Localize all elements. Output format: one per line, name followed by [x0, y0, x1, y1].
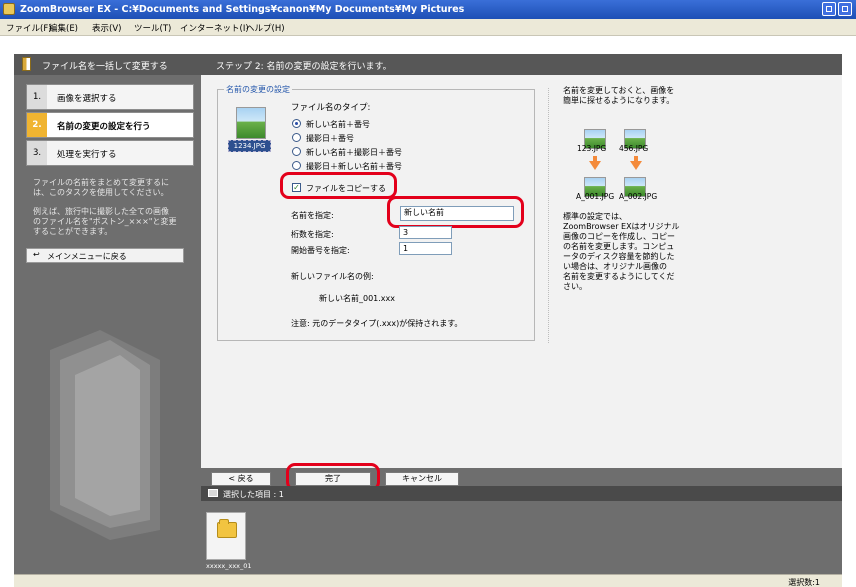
info-line: ータのディスク容量を節約した	[563, 252, 675, 261]
digits-label: 桁数を指定:	[291, 230, 334, 239]
after-filename: A_001.JPG	[576, 192, 615, 201]
step-label: 名前の変更の設定を行う	[57, 122, 151, 132]
example-label: 新しいファイル名の例:	[291, 272, 374, 281]
step-select-images[interactable]: 1. 画像を選択する	[26, 84, 194, 110]
back-button[interactable]: < 戻る	[211, 472, 271, 486]
window-title: ZoomBrowser EX - C:¥Documents and Settin…	[20, 4, 465, 15]
image-thumbnail	[236, 107, 266, 139]
radio-label: 撮影日＋新しい名前＋番号	[306, 162, 402, 171]
menu-bar: ファイル(F) 編集(E) 表示(V) ツール(T) インターネット(I) ヘル…	[0, 19, 856, 36]
highlight-name-input	[387, 196, 524, 228]
step-number: 3.	[27, 141, 47, 165]
info-line: 名前を変更しておくと、画像を	[563, 86, 675, 95]
step-number: 2.	[27, 113, 47, 137]
return-arrow-icon: ↩	[33, 250, 40, 259]
step-heading: ステップ 2: 名前の変更の設定を行います。	[216, 62, 392, 72]
folder-decoration	[50, 330, 160, 540]
start-number-label: 開始番号を指定:	[291, 246, 350, 255]
title-bar: ZoomBrowser EX - C:¥Documents and Settin…	[0, 0, 856, 19]
panel-divider	[548, 88, 549, 343]
radio-date-new-name-number[interactable]	[292, 161, 301, 170]
sidebar-title: ファイル名を一括して変更する	[42, 62, 168, 72]
restore-icon	[826, 6, 832, 12]
info-line: い場合は、オリジナル画像の	[563, 262, 667, 271]
menu-help[interactable]: ヘルプ(H)	[246, 22, 285, 34]
start-number-input[interactable]: 1	[399, 242, 452, 255]
selection-icon	[208, 489, 218, 497]
step-rename-settings[interactable]: 2. 名前の変更の設定を行う	[26, 112, 194, 138]
note-text: 注意: 元のデータタイプ(.xxx)が保持されます。	[291, 319, 463, 328]
step-label: 画像を選択する	[57, 94, 117, 104]
menu-view[interactable]: 表示(V)	[92, 22, 121, 34]
info-line: 名前を変更するようにしてくだ	[563, 272, 675, 281]
file-type-label: ファイル名のタイプ:	[291, 103, 371, 113]
app-icon	[3, 3, 15, 15]
task-book-icon	[22, 57, 31, 71]
before-filename: 123.JPG	[577, 144, 607, 153]
restore-button[interactable]	[822, 2, 836, 16]
cancel-button[interactable]: キャンセル	[385, 472, 459, 486]
radio-label: 新しい名前＋撮影日＋番号	[306, 148, 402, 157]
menu-edit[interactable]: 編集(E)	[49, 22, 78, 34]
group-title: 名前の変更の設定	[224, 84, 292, 95]
desc-line: 例えば、旅行中に撮影した全ての画像	[33, 207, 169, 216]
step-number: 1.	[27, 85, 47, 109]
before-filename: 456.JPG	[619, 144, 649, 153]
default-setting-description: 標準の設定では、 ZoomBrowser EXはオリジナル 画像のコピーを作成し…	[563, 212, 688, 292]
status-bar: 選択数:1	[14, 574, 842, 587]
after-filename: A_002.JPG	[619, 192, 658, 201]
selected-item-name: xxxxx_xxx_01	[206, 562, 252, 570]
sidebar-description: ファイルの名前をまとめて変更するに は、このタスクを使用してください。	[33, 178, 193, 198]
radio-new-name-number[interactable]	[292, 119, 301, 128]
folder-icon	[217, 519, 237, 538]
radio-new-name-date-number[interactable]	[292, 147, 301, 156]
info-line: ZoomBrowser EXはオリジナル	[563, 222, 680, 231]
close-window-button[interactable]	[838, 2, 852, 16]
desc-line: は、このタスクを使用してください。	[33, 188, 169, 197]
example-filename: 新しい名前_001.xxx	[319, 294, 396, 303]
menu-internet[interactable]: インターネット(I)	[180, 22, 249, 34]
step-execute[interactable]: 3. 処理を実行する	[26, 140, 194, 166]
selection-count-status: 選択数:1	[788, 578, 820, 587]
main-header: ステップ 2: 名前の変更の設定を行います。	[201, 54, 842, 75]
digits-input[interactable]: 3	[399, 226, 452, 239]
selected-count-label: 選択した項目 : 1	[223, 490, 284, 499]
sidebar-header: ファイル名を一括して変更する	[14, 54, 201, 75]
info-line: 簡単に探せるようになります。	[563, 96, 675, 105]
selected-items-bar: 選択した項目 : 1	[201, 486, 842, 501]
info-line: の名前を変更します。コンピュ	[563, 242, 675, 251]
highlight-copy-checkbox	[280, 172, 397, 199]
step-label: 処理を実行する	[57, 150, 117, 160]
name-label: 名前を指定:	[291, 211, 334, 220]
desc-line: ファイルの名前をまとめて変更するに	[33, 178, 169, 187]
down-arrow-icon	[630, 161, 642, 170]
desc-line: することができます。	[33, 227, 113, 236]
info-line: 標準の設定では、	[563, 212, 627, 221]
radio-date-number[interactable]	[292, 133, 301, 142]
close-icon	[842, 6, 848, 12]
menu-tools[interactable]: ツール(T)	[134, 22, 171, 34]
back-to-menu-label: メインメニューに戻る	[47, 252, 127, 261]
menu-file[interactable]: ファイル(F)	[6, 22, 52, 34]
desc-line: のファイル名を"ボストン_×××"と変更	[33, 217, 177, 226]
info-line: 画像のコピーを作成し、コピー	[563, 232, 675, 241]
info-line: さい。	[563, 282, 587, 291]
sidebar-example: 例えば、旅行中に撮影した全ての画像 のファイル名を"ボストン_×××"と変更 す…	[33, 207, 193, 237]
back-to-main-menu-button[interactable]: ↩ メインメニューに戻る	[26, 248, 184, 263]
rename-benefit-text: 名前を変更しておくと、画像を 簡単に探せるようになります。	[563, 86, 688, 106]
thumb-filename: 1234.JPG	[228, 140, 271, 152]
down-arrow-icon	[589, 161, 601, 170]
selected-items-area	[201, 501, 842, 574]
radio-label: 撮影日＋番号	[306, 134, 354, 143]
radio-label: 新しい名前＋番号	[306, 120, 370, 129]
